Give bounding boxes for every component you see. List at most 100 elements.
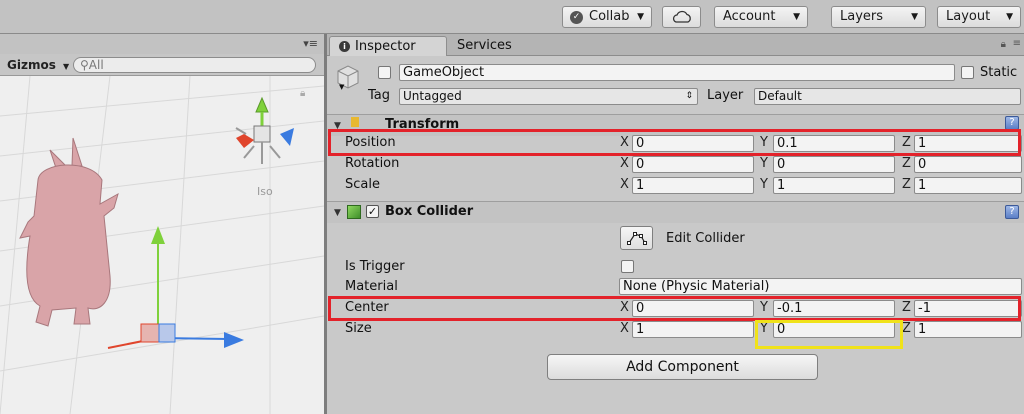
move-gizmo[interactable] — [107, 226, 244, 349]
layers-label: Layers — [840, 9, 884, 24]
panel-menu-icon[interactable]: ≡ — [1013, 38, 1021, 49]
object-name-field[interactable]: GameObject — [399, 64, 955, 81]
help-icon[interactable]: ? — [1005, 116, 1019, 130]
collab-button[interactable]: ✓ Collab ▼ — [562, 6, 652, 28]
gizmos-dropdown[interactable]: Gizmos ▼ — [3, 57, 73, 73]
layers-dropdown[interactable]: Layers ▼ — [831, 6, 926, 28]
transform-title: Transform — [385, 117, 460, 132]
is-trigger-label: Is Trigger — [345, 259, 405, 274]
foldout-arrow-icon[interactable]: ▼ — [334, 208, 341, 218]
search-placeholder: All — [88, 58, 104, 72]
layer-dropdown[interactable]: Default — [754, 88, 1021, 105]
dropdown-arrow-icon: ▼ — [637, 12, 644, 22]
size-x-field[interactable]: 1 — [632, 321, 754, 338]
cloud-button[interactable] — [662, 6, 701, 28]
scene-view[interactable]: Iso 🔒︎ — [0, 76, 324, 414]
tab-inspector[interactable]: i Inspector — [329, 36, 447, 56]
cloud-icon — [672, 10, 691, 23]
rotation-label: Rotation — [345, 156, 400, 171]
x-axis-label[interactable]: X — [620, 135, 629, 150]
material-label: Material — [345, 279, 398, 294]
x-axis-label[interactable]: X — [620, 300, 629, 315]
size-y-field[interactable]: 0 — [773, 321, 895, 338]
tab-inspector-label: Inspector — [355, 39, 416, 54]
dropdown-arrow-icon: ▼ — [63, 62, 70, 71]
center-label: Center — [345, 300, 389, 315]
add-component-button[interactable]: Add Component — [547, 354, 818, 380]
character-model[interactable] — [19, 137, 119, 327]
orientation-gizmo[interactable] — [235, 96, 294, 164]
scene-search-input[interactable]: ⚲All — [73, 57, 316, 73]
layer-label: Layer — [707, 88, 744, 103]
help-icon[interactable]: ? — [1005, 205, 1019, 219]
tab-services-label: Services — [457, 38, 512, 53]
layout-label: Layout — [946, 9, 991, 24]
x-axis-label[interactable]: X — [620, 156, 629, 171]
y-axis-label[interactable]: Y — [760, 321, 768, 336]
scene-toolbar: Gizmos ▼ ⚲All — [0, 54, 324, 76]
dropdown-arrow-icon: ▼ — [911, 12, 918, 22]
z-axis-label[interactable]: Z — [902, 135, 911, 150]
scale-z-field[interactable]: 1 — [914, 177, 1022, 194]
dropdown-arrow-icon: ▼ — [793, 12, 800, 22]
info-icon: i — [339, 41, 350, 52]
collab-label: Collab — [589, 9, 630, 24]
z-axis-label[interactable]: Z — [902, 321, 911, 336]
box-collider-title: Box Collider — [385, 204, 474, 219]
static-label: Static — [980, 65, 1018, 80]
x-axis-label[interactable]: X — [620, 177, 629, 192]
inspector-panel: ▼ GameObject Static Tag Untagged ⇕ Layer… — [327, 56, 1024, 414]
z-axis-label[interactable]: Z — [902, 300, 911, 315]
y-axis-label[interactable]: Y — [760, 177, 768, 192]
inspector-tab-bar: i Inspector Services 🔒︎ ≡ — [327, 34, 1024, 56]
dropdown-arrow-icon[interactable]: ▼ — [339, 83, 344, 91]
check-circle-icon: ✓ — [570, 11, 583, 24]
scale-label: Scale — [345, 177, 380, 192]
rotation-y-field[interactable]: 0 — [773, 156, 895, 173]
box-collider-enabled-checkbox[interactable]: ✓ — [366, 205, 379, 218]
center-z-field[interactable]: -1 — [914, 300, 1022, 317]
is-trigger-checkbox[interactable] — [621, 260, 634, 273]
rotation-z-field[interactable]: 0 — [914, 156, 1022, 173]
account-label: Account — [723, 9, 776, 24]
scene-canvas[interactable] — [0, 76, 324, 414]
position-x-field[interactable]: 0 — [632, 135, 754, 152]
tab-services[interactable]: Services — [447, 36, 522, 56]
tag-label: Tag — [368, 88, 391, 103]
size-z-field[interactable]: 1 — [914, 321, 1022, 338]
y-axis-label[interactable]: Y — [760, 300, 768, 315]
center-y-field[interactable]: -0.1 — [773, 300, 895, 317]
dropdown-arrow-icon: ▼ — [1006, 12, 1013, 22]
layout-dropdown[interactable]: Layout ▼ — [937, 6, 1021, 28]
edit-collider-button[interactable] — [620, 226, 653, 250]
foldout-arrow-icon[interactable]: ▼ — [334, 121, 341, 131]
gizmos-label: Gizmos — [7, 58, 56, 72]
center-x-field[interactable]: 0 — [632, 300, 754, 317]
transform-header[interactable]: ▼ Transform ? — [327, 114, 1024, 136]
x-axis-label[interactable]: X — [620, 321, 629, 336]
main-toolbar: ✓ Collab ▼ Account ▼ Layers ▼ Layout ▼ — [0, 0, 1024, 34]
size-label: Size — [345, 321, 372, 336]
box-collider-header[interactable]: ▼ ✓ Box Collider ? — [327, 201, 1024, 223]
material-field[interactable]: None (Physic Material) — [619, 278, 1022, 295]
lock-icon[interactable]: 🔒︎ — [300, 88, 305, 99]
static-checkbox[interactable] — [961, 66, 974, 79]
iso-label[interactable]: Iso — [257, 185, 273, 198]
active-checkbox[interactable] — [378, 66, 391, 79]
scale-y-field[interactable]: 1 — [773, 177, 895, 194]
y-axis-label[interactable]: Y — [760, 156, 768, 171]
updown-arrow-icon: ⇕ — [685, 91, 693, 101]
rotation-x-field[interactable]: 0 — [632, 156, 754, 173]
lock-icon[interactable]: 🔒︎ — [1001, 39, 1006, 50]
z-axis-label[interactable]: Z — [902, 177, 911, 192]
y-axis-label[interactable]: Y — [760, 135, 768, 150]
panel-menu-icon[interactable]: ▾≡ — [303, 37, 318, 50]
add-component-label: Add Component — [626, 359, 739, 375]
scene-header: ▾≡ — [0, 34, 324, 54]
z-axis-label[interactable]: Z — [902, 156, 911, 171]
account-button[interactable]: Account ▼ — [714, 6, 808, 28]
position-z-field[interactable]: 1 — [914, 135, 1022, 152]
position-y-field[interactable]: 0.1 — [773, 135, 895, 152]
tag-dropdown[interactable]: Untagged ⇕ — [399, 88, 698, 105]
scale-x-field[interactable]: 1 — [632, 177, 754, 194]
